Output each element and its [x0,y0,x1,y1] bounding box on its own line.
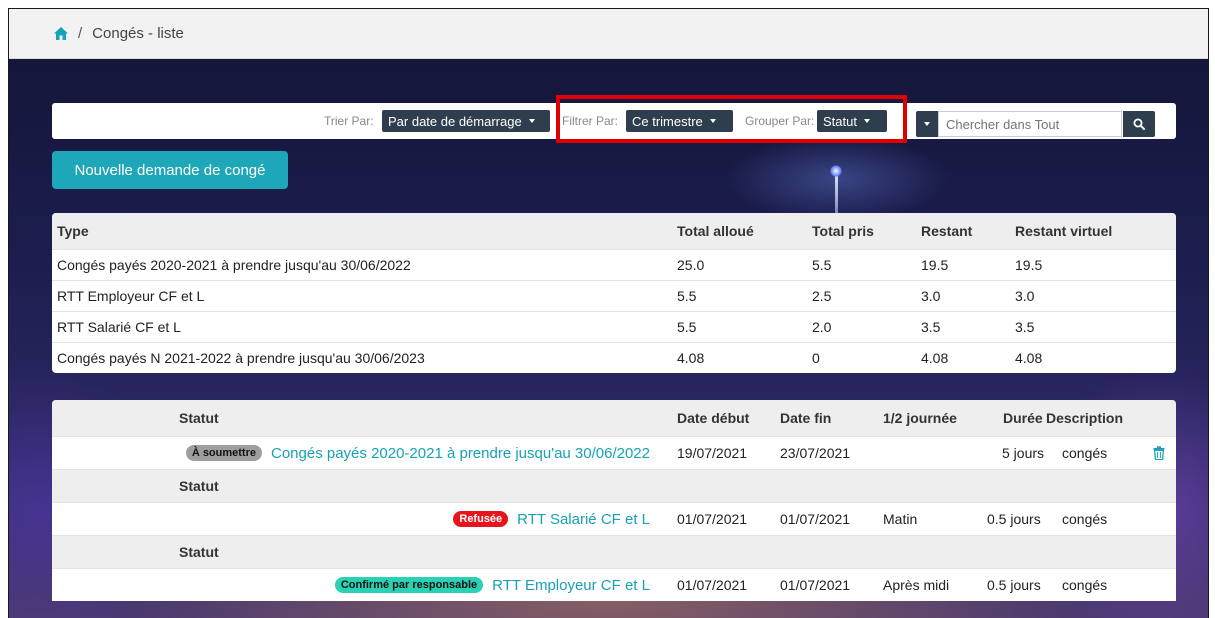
sort-dropdown[interactable]: Par date de démarrage [382,110,550,132]
column-header-taken: Total pris [812,223,874,239]
leave-type: Congés payés 2020-2021 à prendre jusqu'a… [57,257,411,273]
table-header-row: Type Total alloué Total pris Restant Res… [52,213,1176,249]
breadcrumb-separator: / [78,25,83,42]
total-allocated: 5.5 [677,319,697,335]
group-label: Statut [179,544,219,560]
status-and-type: À soumettre Congés payés 2020-2021 à pre… [185,437,650,469]
group-label: Statut [179,478,219,494]
balances-table: Type Total alloué Total pris Restant Res… [52,213,1176,373]
table-header-row: Statut Date début Date fin 1/2 journée D… [52,400,1176,436]
table-row: À soumettre Congés payés 2020-2021 à pre… [52,436,1176,469]
search-input[interactable] [938,111,1122,137]
description: congés [1062,445,1108,461]
total-taken: 0 [812,350,820,366]
start-date: 01/07/2021 [677,577,748,593]
search-scope-button[interactable] [916,111,938,137]
total-taken: 5.5 [812,257,832,273]
description: congés [1062,577,1108,593]
status-badge: Refusée [453,511,509,527]
group-header-row: Statut [52,469,1176,502]
half-day: Après midi [883,577,950,593]
table-row: Congés payés N 2021-2022 à prendre jusqu… [52,342,1176,373]
table-row: Refusée RTT Salarié CF et L 01/07/2021 0… [52,502,1176,535]
group-header-row: Statut [52,535,1176,568]
leave-type: RTT Employeur CF et L [57,288,205,304]
status-and-type: Refusée RTT Salarié CF et L [453,503,650,535]
column-header-type: Type [57,223,89,239]
column-header-status: Statut [179,410,219,426]
remaining: 3.0 [921,288,941,304]
end-date: 01/07/2021 [780,511,851,527]
search-button[interactable] [1123,111,1155,137]
search-icon [1133,118,1145,130]
sort-label: Trier Par: [324,114,374,128]
column-header-allocated: Total alloué [677,223,754,239]
total-allocated: 5.5 [677,288,697,304]
column-header-remaining: Restant [921,223,973,239]
table-row: RTT Employeur CF et L 5.5 2.5 3.0 3.0 [52,280,1176,311]
status-and-type: Confirmé par responsable RTT Employeur C… [334,569,650,601]
trash-icon[interactable] [1153,446,1165,460]
column-header-virtual-remaining: Restant virtuel [1015,223,1113,239]
total-taken: 2.0 [812,319,832,335]
remaining: 19.5 [921,257,949,273]
leave-type: RTT Salarié CF et L [57,319,181,335]
virtual-remaining: 3.5 [1015,319,1035,335]
virtual-remaining: 3.0 [1015,288,1035,304]
home-icon[interactable] [54,27,68,40]
tower-light-decoration [830,165,842,177]
remaining: 3.5 [921,319,941,335]
start-date: 01/07/2021 [677,511,748,527]
leave-type: Congés payés N 2021-2022 à prendre jusqu… [57,350,425,366]
table-row: Confirmé par responsable RTT Employeur C… [52,568,1176,601]
column-header-half-day: 1/2 journée [883,410,957,426]
end-date: 01/07/2021 [780,577,851,593]
column-header-end-date: Date fin [780,410,832,426]
total-allocated: 25.0 [677,257,705,273]
new-leave-request-button[interactable]: Nouvelle demande de congé [52,151,288,189]
app-frame: / Congés - liste Trier Par: Par date de … [8,8,1209,618]
leave-request-link[interactable]: RTT Salarié CF et L [517,511,650,528]
duration: 0.5 jours [987,577,1041,593]
table-row: RTT Salarié CF et L 5.5 2.0 3.5 3.5 [52,311,1176,342]
column-header-start-date: Date début [677,410,750,426]
caret-down-icon [528,119,535,123]
duration: 5 jours [1002,445,1045,461]
breadcrumb: / Congés - liste [9,9,1208,59]
leave-request-link[interactable]: RTT Employeur CF et L [492,577,650,594]
breadcrumb-current: Congés - liste [92,25,184,42]
total-taken: 2.5 [812,288,832,304]
column-header-duration: Durée [1003,410,1043,426]
sort-value: Par date de démarrage [388,113,522,129]
description: congés [1062,511,1108,527]
end-date: 23/07/2021 [780,445,851,461]
table-row: Congés payés 2020-2021 à prendre jusqu'a… [52,249,1176,280]
total-allocated: 4.08 [677,350,705,366]
virtual-remaining: 4.08 [1015,350,1043,366]
leave-request-link[interactable]: Congés payés 2020-2021 à prendre jusqu'a… [271,445,650,462]
status-badge: Confirmé par responsable [334,577,484,593]
column-header-description: Description [1046,410,1124,426]
status-badge: À soumettre [185,445,262,461]
half-day: Matin [883,511,918,527]
duration: 0.5 jours [987,511,1041,527]
virtual-remaining: 19.5 [1015,257,1043,273]
requests-table: Statut Date début Date fin 1/2 journée D… [52,400,1176,601]
caret-down-icon [924,122,930,126]
highlight-box [556,95,907,143]
remaining: 4.08 [921,350,949,366]
start-date: 19/07/2021 [677,445,748,461]
